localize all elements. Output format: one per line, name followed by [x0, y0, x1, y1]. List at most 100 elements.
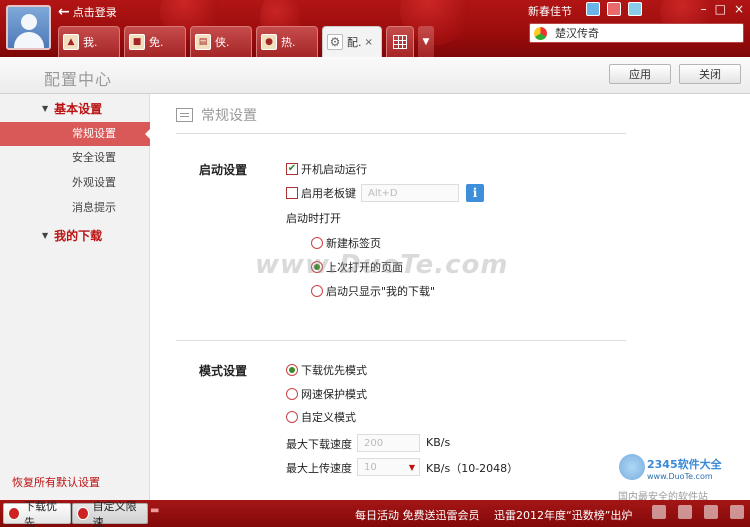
sidebar-group-label: 基本设置	[54, 102, 103, 116]
autorun-label: 开机启动运行	[301, 163, 367, 176]
autorun-checkbox[interactable]: ✔	[286, 163, 298, 175]
section-title-text: 常规设置	[201, 108, 257, 124]
unit-text: KB/s（10-2048）	[426, 462, 519, 475]
apply-button[interactable]: 应用	[609, 64, 671, 84]
tab-label: 配.	[347, 36, 362, 49]
triangle-down-icon: ▼	[42, 104, 49, 113]
radio-label: 网速保护模式	[301, 388, 367, 401]
speed-limit-icon	[77, 507, 89, 520]
autorun-checkbox-row[interactable]: ✔ 开机启动运行	[286, 161, 367, 177]
radio-downloads-only[interactable]	[311, 285, 323, 297]
skin-icon[interactable]	[586, 2, 600, 16]
boss-key-label: 启用老板键	[301, 187, 356, 200]
sidebar-group-basic[interactable]: ▼ 基本设置	[42, 100, 102, 117]
calendar-icon[interactable]	[607, 2, 621, 16]
max-upload-select[interactable]: 10 ▼	[357, 458, 420, 476]
boss-key-checkbox-row[interactable]: 启用老板键	[286, 185, 356, 201]
close-tab-icon[interactable]: ×	[365, 37, 373, 48]
radio-custom-mode-row[interactable]: 自定义模式	[286, 409, 356, 425]
tab-settings[interactable]: ⚙ 配. ×	[322, 26, 382, 57]
chevron-down-icon: ▼	[408, 462, 415, 472]
tab-dropdown-button[interactable]: ▼	[418, 26, 434, 57]
max-upload-text: 最大上传速度	[286, 462, 352, 475]
search-engine-icon[interactable]	[534, 26, 547, 40]
settings-panel: 常规设置 启动设置 ✔ 开机启动运行 启用老板键 Alt+D i 启动时打开 新…	[151, 94, 750, 500]
login-link[interactable]: ← 点击登录	[58, 4, 117, 20]
stop-icon[interactable]	[678, 505, 692, 519]
shirt-icon[interactable]	[628, 2, 642, 16]
on-open-text: 启动时打开	[286, 212, 341, 225]
festival-link[interactable]: 新春佳节	[528, 3, 572, 19]
gear-icon: ⚙	[327, 34, 343, 50]
unit-text: KB/s	[426, 436, 451, 449]
sidebar: ▼ 基本设置 常规设置 安全设置 外观设置 消息提示 ▼ 我的下载 恢复所有默认…	[0, 94, 151, 500]
radio-download-first[interactable]	[286, 364, 298, 376]
boss-key-checkbox[interactable]	[286, 187, 298, 199]
sidebar-item-notifications[interactable]: 消息提示	[0, 196, 150, 220]
boss-key-input[interactable]: Alt+D	[361, 184, 459, 202]
toolbar-icons	[586, 2, 642, 16]
radio-new-tab-row[interactable]: 新建标签页	[311, 235, 381, 251]
radio-label: 新建标签页	[326, 237, 381, 250]
radio-label: 自定义模式	[301, 411, 356, 424]
close-icon[interactable]: ×	[734, 2, 744, 16]
max-upload-label: 最大上传速度	[286, 460, 352, 476]
config-header: 配置中心 应用 关闭	[0, 57, 750, 94]
clipboard-icon[interactable]	[652, 505, 666, 519]
radio-custom-mode[interactable]	[286, 411, 298, 423]
user-avatar[interactable]	[6, 5, 51, 50]
tab-label: 我.	[83, 36, 98, 49]
restore-defaults-link[interactable]: 恢复所有默认设置	[12, 474, 100, 490]
tab-home[interactable]: ▲ 我.	[58, 26, 120, 57]
movie-icon: ■	[129, 34, 145, 50]
tab-hot[interactable]: ● 热.	[256, 26, 318, 57]
radio-download-first-row[interactable]: 下载优先模式	[286, 362, 367, 378]
brand-text: 2345软件大全	[647, 458, 722, 471]
window-controls: – □ ×	[701, 2, 744, 16]
minimize-icon[interactable]: –	[701, 2, 707, 16]
home-icon: ▲	[63, 34, 79, 50]
expand-icon[interactable]	[730, 505, 744, 519]
promo-link[interactable]: 每日活动 免费送迅雷会员	[355, 507, 480, 523]
promo-link[interactable]: 迅雷2012年度“迅数榜”出炉	[494, 507, 632, 523]
search-input[interactable]: 楚汉传奇	[529, 23, 744, 43]
radio-new-tab[interactable]	[311, 237, 323, 249]
radio-net-protect-row[interactable]: 网速保护模式	[286, 386, 367, 402]
status-icons	[652, 505, 744, 519]
film-icon: ▤	[195, 34, 211, 50]
chevron-down-icon: ▼	[422, 36, 430, 47]
radio-label: 启动只显示"我的下载"	[326, 285, 436, 298]
radio-downloads-only-row[interactable]: 启动只显示"我的下载"	[311, 283, 435, 299]
mode-settings-label: 模式设置	[199, 364, 248, 378]
tab-free-movie[interactable]: ■ 免.	[124, 26, 186, 57]
center-watermark: www.DuoTe.com	[255, 250, 509, 280]
sidebar-item-appearance[interactable]: 外观设置	[0, 171, 150, 195]
select-value: 10	[364, 461, 377, 473]
max-download-input[interactable]: 200	[357, 434, 420, 452]
tab-label: 侠.	[215, 36, 230, 49]
on-open-label: 启动时打开	[286, 210, 341, 226]
info-icon[interactable]: i	[466, 184, 484, 202]
sidebar-item-security[interactable]: 安全设置	[0, 146, 150, 170]
startup-settings-label: 启动设置	[199, 163, 248, 177]
login-text: 点击登录	[72, 6, 117, 19]
tab-video[interactable]: ▤ 侠.	[190, 26, 252, 57]
close-button[interactable]: 关闭	[679, 64, 741, 84]
radio-label: 下载优先模式	[301, 364, 367, 377]
title-bar: ← 点击登录 ▲ 我. ■ 免. ▤ 侠. ● 热. ⚙ 配. × ▼ 新春佳节…	[0, 0, 750, 57]
chart-icon[interactable]	[704, 505, 718, 519]
grid-icon	[393, 35, 407, 49]
max-download-unit: KB/s	[426, 436, 450, 449]
custom-limit-button[interactable]: 自定义限速	[72, 500, 148, 527]
pill-label: 自定义限速	[92, 499, 137, 527]
sidebar-group-downloads[interactable]: ▼ 我的下载	[42, 227, 102, 244]
download-mode-icon	[8, 507, 20, 520]
download-first-button[interactable]: 下载优先	[3, 500, 71, 527]
separator-icon: ▬	[150, 505, 160, 516]
sidebar-item-general[interactable]: 常规设置	[0, 122, 151, 146]
maximize-icon[interactable]: □	[715, 2, 726, 16]
app-grid-button[interactable]	[386, 26, 414, 57]
radio-net-protect[interactable]	[286, 388, 298, 400]
max-upload-unit: KB/s（10-2048）	[426, 460, 518, 476]
tab-label: 热.	[281, 36, 296, 49]
